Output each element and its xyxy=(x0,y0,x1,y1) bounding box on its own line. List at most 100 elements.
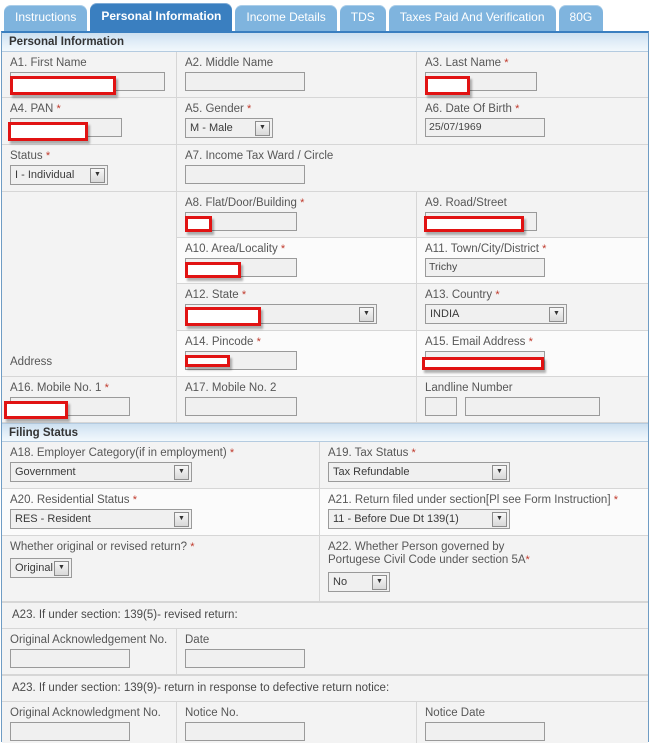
tab-80g[interactable]: 80G xyxy=(558,5,604,31)
notice-date-input[interactable] xyxy=(425,722,545,741)
form-row-pan-gender-dob: A4. PAN * A5. Gender * M - Male ▼ A6. Da… xyxy=(2,98,648,145)
field-label: Original Acknowledgment No. xyxy=(10,707,161,719)
field-label: A7. Income Tax Ward / Circle xyxy=(185,150,334,162)
address-subgrid: A8. Flat/Door/Building * A9. Road/Street… xyxy=(177,192,648,376)
field-label: A12. State * xyxy=(185,289,247,301)
country-select[interactable]: INDIA ▼ xyxy=(425,304,567,324)
return-section-select-value: 11 - Before Due Dt 139(1) xyxy=(333,513,459,525)
field-label: A3. Last Name * xyxy=(425,57,509,69)
required-indicator: * xyxy=(280,243,286,255)
form-panel: Personal Information A1. First Name A2. … xyxy=(1,31,649,743)
chevron-down-icon[interactable]: ▼ xyxy=(54,560,69,576)
landline-number-input[interactable] xyxy=(465,397,601,416)
section-header-personal-information: Personal Information xyxy=(2,33,648,52)
form-row-flat-road: A8. Flat/Door/Building * A9. Road/Street xyxy=(177,192,648,238)
field-label: Landline Number xyxy=(425,382,513,394)
form-row-defective-notice: Original Acknowledgment No. Notice No. N… xyxy=(2,702,648,743)
field-label: A19. Tax Status * xyxy=(328,447,416,459)
field-label: A20. Residential Status * xyxy=(10,494,138,506)
tab-instructions[interactable]: Instructions xyxy=(4,5,88,31)
field-a20-residential-status: A20. Residential Status * RES - Resident… xyxy=(2,489,320,535)
required-indicator: * xyxy=(528,336,533,348)
status-select[interactable]: I - Individual ▼ xyxy=(10,165,108,185)
field-original-or-revised: Whether original or revised return? * Or… xyxy=(2,536,320,601)
field-a13-country: A13. Country * INDIA ▼ xyxy=(417,284,648,330)
field-label: Date xyxy=(185,634,210,646)
chevron-down-icon[interactable]: ▼ xyxy=(492,464,507,480)
field-a22-portugese-civil-code: A22. Whether Person governed by Portuges… xyxy=(320,536,648,601)
mobile-2-input[interactable] xyxy=(185,397,297,416)
redaction-overlay-pan xyxy=(8,122,88,141)
tab-personal-information[interactable]: Personal Information xyxy=(90,3,233,31)
field-label: A11. Town/City/District * xyxy=(425,243,547,255)
chevron-down-icon[interactable]: ▼ xyxy=(174,511,189,527)
field-label: Notice Date xyxy=(425,707,486,719)
field-label: A4. PAN * xyxy=(10,103,61,115)
tab-tds[interactable]: TDS xyxy=(339,5,386,31)
gender-select-value: M - Male xyxy=(190,122,233,134)
redaction-overlay-mobile-1 xyxy=(4,401,68,419)
required-indicator: * xyxy=(56,103,61,115)
original-acknowledgement-no-input[interactable] xyxy=(10,649,130,668)
a22-label-line2: Portugese Civil Code under section 5A xyxy=(328,554,526,566)
redaction-overlay-state xyxy=(185,307,261,326)
address-label-cell: Address xyxy=(2,192,177,376)
original-or-revised-select-value: Original xyxy=(15,562,53,574)
income-tax-ward-input[interactable] xyxy=(185,165,305,184)
field-a18-employer-category: A18. Employer Category(if in employment)… xyxy=(2,442,320,488)
residential-status-select-value: RES - Resident xyxy=(15,513,91,525)
employer-category-select[interactable]: Government ▼ xyxy=(10,462,192,482)
date-of-birth-input[interactable]: 25/07/1969 xyxy=(425,118,545,137)
town-city-district-input[interactable]: Trichy xyxy=(425,258,545,277)
required-indicator: * xyxy=(256,336,261,348)
required-indicator: * xyxy=(241,289,247,301)
field-a11-town-city-district: A11. Town/City/District * Trichy xyxy=(417,238,648,283)
country-select-value: INDIA xyxy=(430,308,460,320)
field-original-acknowledgement-no: Original Acknowledgement No. xyxy=(2,629,177,674)
redaction-overlay-flat xyxy=(185,216,212,232)
residential-status-select[interactable]: RES - Resident ▼ xyxy=(10,509,192,529)
field-a1-first-name: A1. First Name xyxy=(2,52,177,97)
required-indicator: * xyxy=(504,57,509,69)
tab-income-details[interactable]: Income Details xyxy=(235,5,337,31)
original-or-revised-select[interactable]: Original ▼ xyxy=(10,558,72,578)
field-revised-date: Date xyxy=(177,629,648,674)
revised-date-input[interactable] xyxy=(185,649,305,668)
tab-taxes-paid-and-verification[interactable]: Taxes Paid And Verification xyxy=(388,5,556,31)
form-row-original-revised-portugese: Whether original or revised return? * Or… xyxy=(2,536,648,602)
tax-status-select[interactable]: Tax Refundable ▼ xyxy=(328,462,510,482)
notice-no-input[interactable] xyxy=(185,722,305,741)
chevron-down-icon[interactable]: ▼ xyxy=(492,511,507,527)
form-row-employer-taxstatus: A18. Employer Category(if in employment)… xyxy=(2,442,648,489)
field-label: A8. Flat/Door/Building * xyxy=(185,197,305,209)
landline-std-code-input[interactable] xyxy=(425,397,457,416)
field-label: A6. Date Of Birth * xyxy=(425,103,520,115)
gender-select[interactable]: M - Male ▼ xyxy=(185,118,273,138)
chevron-down-icon[interactable]: ▼ xyxy=(359,306,374,322)
field-label: Original Acknowledgement No. xyxy=(10,634,168,646)
chevron-down-icon[interactable]: ▼ xyxy=(549,306,564,322)
required-indicator: * xyxy=(229,447,235,459)
a22-label-line1: A22. Whether Person governed by xyxy=(328,541,505,553)
form-row-phone-numbers: A16. Mobile No. 1 * A17. Mobile No. 2 La… xyxy=(2,377,648,423)
chevron-down-icon[interactable]: ▼ xyxy=(90,167,105,183)
original-acknowledgment-no-2-input[interactable] xyxy=(10,722,130,741)
return-section-select[interactable]: 11 - Before Due Dt 139(1) ▼ xyxy=(328,509,510,529)
portugese-civil-code-select[interactable]: No ▼ xyxy=(328,572,390,592)
chevron-down-icon[interactable]: ▼ xyxy=(174,464,189,480)
field-a12-state: A12. State * ▼ xyxy=(177,284,417,330)
form-row-state-country: A12. State * ▼ A13. Country * INDIA ▼ xyxy=(177,284,648,331)
required-indicator: * xyxy=(190,541,195,553)
chevron-down-icon[interactable]: ▼ xyxy=(372,574,387,590)
subsection-heading-defective-return: A23. If under section: 139(9)- return in… xyxy=(2,675,648,702)
required-indicator: * xyxy=(613,494,619,506)
required-indicator: * xyxy=(542,243,547,255)
field-status: Status * I - Individual ▼ xyxy=(2,145,177,191)
middle-name-input[interactable] xyxy=(185,72,305,91)
field-a10-area-locality: A10. Area/Locality * xyxy=(177,238,417,283)
field-label: A13. Country * xyxy=(425,289,500,301)
field-label: Status * xyxy=(10,150,51,162)
redaction-overlay-pincode xyxy=(185,355,230,367)
chevron-down-icon[interactable]: ▼ xyxy=(255,120,270,136)
field-a19-tax-status: A19. Tax Status * Tax Refundable ▼ xyxy=(320,442,648,488)
